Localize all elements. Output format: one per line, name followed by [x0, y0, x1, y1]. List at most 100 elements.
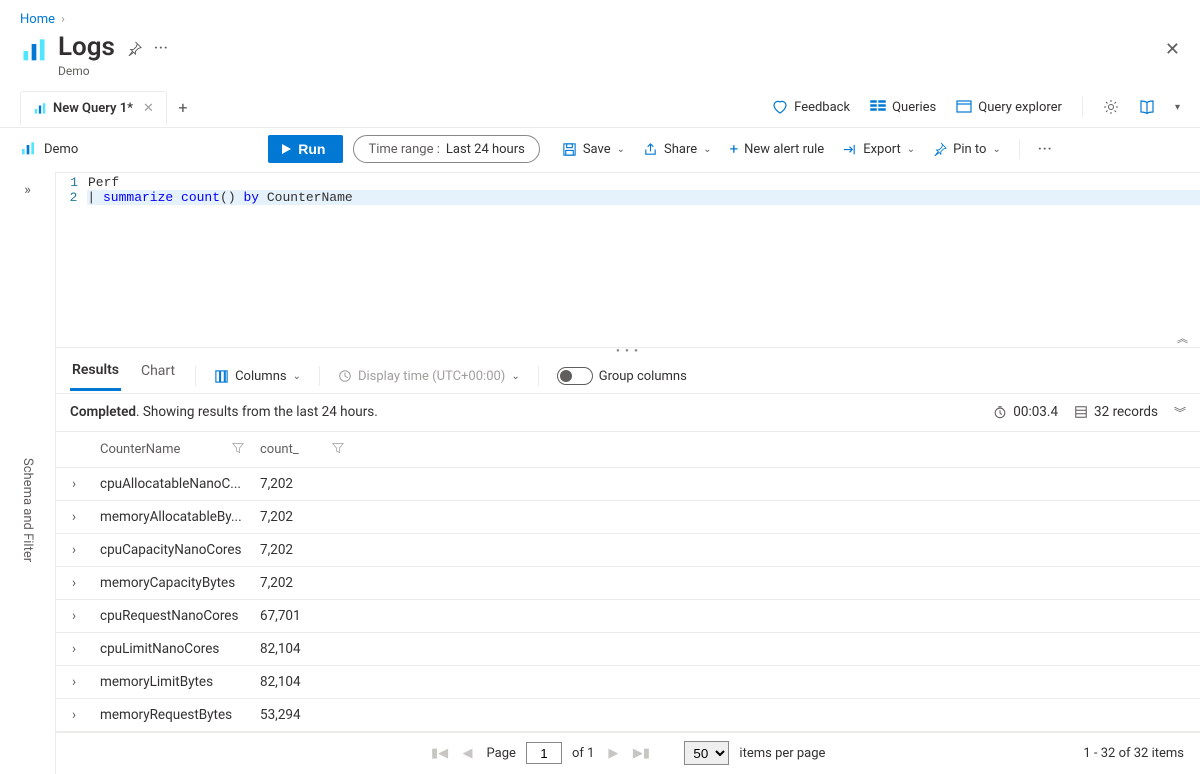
- line-number: 1: [56, 175, 88, 190]
- export-button[interactable]: Export ⌄: [842, 142, 915, 157]
- group-columns-toggle[interactable]: Group columns: [557, 367, 687, 385]
- cell-count: 7,202: [252, 533, 352, 566]
- results-table-wrap[interactable]: CounterName count_: [56, 431, 1200, 732]
- cell-counter-name: cpuAllocatableNanoC...: [92, 467, 252, 500]
- cell-count: 7,202: [252, 467, 352, 500]
- divider: [538, 366, 539, 386]
- prev-page-button[interactable]: ◀: [459, 746, 477, 761]
- filter-icon[interactable]: [232, 442, 244, 454]
- gear-icon[interactable]: [1103, 99, 1119, 115]
- play-icon: [280, 143, 292, 155]
- breadcrumb-home[interactable]: Home: [20, 12, 55, 27]
- expand-row-icon[interactable]: ›: [56, 533, 92, 566]
- status-prefix: Completed: [70, 404, 136, 420]
- collapse-up-icon[interactable]: ︽: [1177, 330, 1190, 346]
- expand-row-icon[interactable]: ›: [56, 599, 92, 632]
- expand-sidebar-button[interactable]: »: [24, 182, 31, 198]
- close-icon[interactable]: ✕: [1165, 39, 1180, 60]
- table-row[interactable]: ›cpuRequestNanoCores67,701: [56, 599, 1200, 632]
- code-line[interactable]: 1Perf: [56, 175, 1200, 190]
- pager-summary: 1 - 32 of 32 items: [1083, 746, 1184, 761]
- query-tab-label: New Query 1*: [53, 101, 133, 116]
- add-tab-button[interactable]: +: [167, 91, 199, 123]
- tab-results[interactable]: Results: [70, 362, 121, 391]
- code-content[interactable]: | summarize count() by CounterName: [87, 190, 1200, 205]
- column-header-count[interactable]: count_: [252, 432, 352, 468]
- logs-icon: [33, 102, 47, 116]
- queries-button[interactable]: Queries: [870, 99, 936, 115]
- divider: [195, 366, 196, 386]
- status-text: . Showing results from the last 24 hours…: [136, 404, 378, 420]
- code-content[interactable]: Perf: [88, 175, 119, 190]
- table-row[interactable]: ›cpuLimitNanoCores82,104: [56, 632, 1200, 665]
- query-tabs-row: New Query 1* ✕ + Feedback Queries Query …: [0, 88, 1200, 128]
- column-header-name[interactable]: CounterName: [92, 432, 252, 468]
- query-editor[interactable]: 1Perf2| summarize count() by CounterName: [56, 172, 1200, 347]
- expand-row-icon[interactable]: ›: [56, 665, 92, 698]
- expand-row-icon[interactable]: ›: [56, 500, 92, 533]
- table-row[interactable]: ›memoryAllocatableBy...7,202: [56, 500, 1200, 533]
- book-icon[interactable]: [1139, 99, 1155, 115]
- results-header: Results Chart Columns ⌄ Display time (UT…: [56, 354, 1200, 394]
- table-row[interactable]: ›cpuCapacityNanoCores7,202: [56, 533, 1200, 566]
- share-button[interactable]: Share ⌄: [643, 142, 712, 157]
- expand-row-icon[interactable]: ›: [56, 467, 92, 500]
- next-page-button[interactable]: ▶: [604, 746, 622, 761]
- display-time-button: Display time (UTC+00:00) ⌄: [338, 369, 520, 384]
- chevron-down-icon: ⌄: [511, 371, 519, 382]
- pin-to-button[interactable]: Pin to ⌄: [933, 142, 1001, 157]
- divider: [319, 366, 320, 386]
- tab-chart[interactable]: Chart: [139, 363, 177, 389]
- pager: ▮◀ ◀ Page of 1 ▶ ▶▮ 50 items per page 1 …: [56, 732, 1200, 774]
- expand-row-icon[interactable]: ›: [56, 632, 92, 665]
- splitter[interactable]: ︽ ● ● ●: [56, 347, 1200, 354]
- query-tab-active[interactable]: New Query 1* ✕: [20, 91, 167, 125]
- pin-icon[interactable]: [127, 41, 142, 56]
- sidebar-label[interactable]: Schema and Filter: [20, 458, 35, 562]
- last-page-button[interactable]: ▶▮: [632, 746, 650, 761]
- cell-counter-name: memoryLimitBytes: [92, 665, 252, 698]
- command-bar: Demo Run Time range : Last 24 hours Save…: [0, 128, 1200, 172]
- expand-row-icon[interactable]: ›: [56, 698, 92, 731]
- more-icon[interactable]: ···: [154, 41, 169, 56]
- expand-row-icon[interactable]: ›: [56, 566, 92, 599]
- elapsed-time: 00:03.4: [993, 404, 1058, 420]
- page-title: Logs: [58, 33, 115, 62]
- page-label: Page: [487, 746, 516, 761]
- new-alert-button[interactable]: + New alert rule: [730, 142, 825, 157]
- status-row: Completed. Showing results from the last…: [56, 394, 1200, 431]
- table-row[interactable]: ›cpuAllocatableNanoC...7,202: [56, 467, 1200, 500]
- cell-count: 7,202: [252, 566, 352, 599]
- table-row[interactable]: ›memoryCapacityBytes7,202: [56, 566, 1200, 599]
- page-size-select[interactable]: 50: [684, 741, 729, 765]
- cell-counter-name: memoryRequestBytes: [92, 698, 252, 731]
- record-count: 32 records: [1074, 404, 1158, 420]
- divider: [1019, 139, 1020, 159]
- feedback-button[interactable]: Feedback: [772, 99, 850, 115]
- time-range-selector[interactable]: Time range : Last 24 hours: [353, 135, 539, 163]
- first-page-button[interactable]: ▮◀: [431, 746, 449, 761]
- scope-selector[interactable]: Demo: [20, 141, 78, 157]
- line-number: 2: [56, 190, 87, 205]
- cell-counter-name: cpuRequestNanoCores: [92, 599, 252, 632]
- code-line[interactable]: 2| summarize count() by CounterName: [56, 190, 1200, 205]
- workspace: » Schema and Filter 1Perf2| summarize co…: [0, 172, 1200, 774]
- more-icon[interactable]: ···: [1038, 142, 1053, 157]
- close-icon[interactable]: ✕: [143, 101, 154, 116]
- chevron-down-icon[interactable]: ▾: [1175, 102, 1180, 113]
- page-subtitle: Demo: [58, 64, 115, 78]
- save-button[interactable]: Save ⌄: [562, 142, 625, 157]
- logs-icon: [20, 141, 36, 157]
- columns-button[interactable]: Columns ⌄: [214, 369, 301, 384]
- table-row[interactable]: ›memoryLimitBytes82,104: [56, 665, 1200, 698]
- collapse-down-icon[interactable]: ︾: [1174, 404, 1186, 421]
- filter-icon[interactable]: [332, 442, 344, 454]
- chevron-down-icon: ⌄: [293, 371, 301, 382]
- run-button[interactable]: Run: [268, 135, 343, 163]
- chevron-right-icon: ›: [61, 12, 65, 27]
- page-input[interactable]: [526, 742, 562, 764]
- table-row[interactable]: ›memoryRequestBytes53,294: [56, 698, 1200, 731]
- toggle-switch[interactable]: [557, 367, 593, 385]
- items-per-page-label: items per page: [739, 746, 825, 761]
- query-explorer-button[interactable]: Query explorer: [956, 99, 1062, 115]
